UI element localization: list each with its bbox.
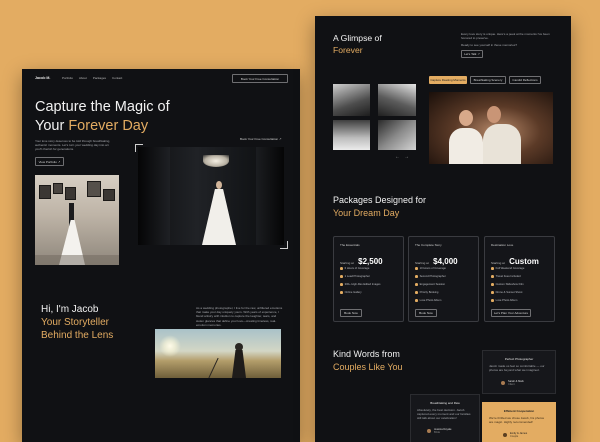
- about-heading-line2: Your Storyteller: [41, 317, 109, 328]
- nav-link-portfolio[interactable]: Portfolio: [62, 76, 73, 80]
- hero-title-plain: Your: [35, 118, 69, 134]
- gallery-thumb[interactable]: [333, 120, 370, 150]
- gallery-nav: ← →: [395, 154, 409, 160]
- filter-tab-fleeting[interactable]: Capture Fleeting Moments: [429, 76, 467, 84]
- package-name: The Essentials: [340, 243, 360, 247]
- testimonial-title: Perfect Photographer: [504, 357, 534, 361]
- glimpse-talk-link[interactable]: Let's Talk ↗: [461, 50, 483, 58]
- photo-frame-corner: [280, 241, 288, 249]
- package-feature: Online Gallery: [344, 291, 362, 294]
- arrow-up-right-icon: ↗: [57, 159, 61, 164]
- gallery-thumb[interactable]: [333, 84, 370, 116]
- nav-consultation-button[interactable]: Book Your Free Consultation: [232, 74, 288, 83]
- package-starting: Starting at: [340, 261, 354, 265]
- testimonials-heading: Kind Words from Couples Like You: [333, 348, 403, 374]
- package-price: Custom: [509, 257, 539, 266]
- nav-links: Portfolio About Packages Contact: [62, 76, 122, 80]
- package-price: $4,000: [433, 257, 458, 266]
- testimonial-title: Breathtaking and Raw: [430, 401, 460, 405]
- hero-title: Capture the Magic of Your Forever Day: [35, 98, 170, 136]
- package-starting: Starting at: [491, 261, 505, 265]
- package-price: $2,500: [358, 257, 383, 266]
- gallery-thumb[interactable]: [378, 120, 416, 150]
- package-feature: Drone & Sunset Shoot: [495, 291, 523, 294]
- packages-heading-line1: Packages Designed for: [333, 195, 427, 205]
- nav-link-packages[interactable]: Packages: [93, 76, 106, 80]
- gallery-room-photo: [35, 175, 119, 265]
- testimonial-text: We're thrilled we chose Jacob, his photo…: [489, 416, 545, 425]
- about-heading: Hi, I'm Jacob Your Storyteller Behind th…: [41, 303, 113, 342]
- package-feature: 1 Lead Photographer: [344, 275, 370, 278]
- arrow-up-right-icon: ↗: [477, 52, 480, 56]
- glimpse-question: Ready to see yourself in these memories?: [461, 43, 518, 47]
- package-feature: Luxe Photo Album: [495, 299, 518, 302]
- avatar: [503, 433, 507, 437]
- package-feature: Second Photographer: [419, 275, 446, 278]
- testimonial-text: Absolutely, the best decision. Jacob cap…: [417, 408, 471, 421]
- about-heading-line3: Behind the Lens: [41, 330, 114, 341]
- package-starting: Starting at: [415, 261, 429, 265]
- testimonial-role: Couple: [510, 435, 519, 439]
- package-feature: Travel Fees Included: [495, 275, 521, 278]
- package-feature: Full Weekend Coverage: [495, 267, 525, 270]
- about-heading-line1: Hi, I'm Jacob: [41, 304, 99, 315]
- testimonial-role: Bride: [434, 431, 441, 435]
- arrow-up-right-icon: ↗: [279, 137, 282, 141]
- package-card-essentials: The Essentials Starting at $2,500 6 Hour…: [333, 236, 404, 322]
- glimpse-heading-line1: A Glimpse of: [333, 33, 382, 43]
- testimonials-heading-line1: Kind Words from: [333, 349, 400, 359]
- testimonial-title: Efficient Cooperation: [503, 409, 535, 413]
- glimpse-description: Every love story is unique. Here's a pee…: [461, 32, 550, 41]
- testimonial-text: Jacob made us feel so comfortable — our …: [489, 364, 545, 373]
- photo-frame-corner: [135, 144, 143, 152]
- packages-heading: Packages Designed for Your Dream Day: [333, 194, 426, 220]
- package-name: Destination Love: [491, 243, 514, 247]
- testimonial-card-highlight: Efficient Cooperation We're thrilled we …: [482, 402, 556, 442]
- package-feature: Engagement Session: [419, 283, 446, 286]
- package-card-complete-story: The Complete Story Starting at $4,000 10…: [408, 236, 479, 322]
- glimpse-heading-line2: Forever: [333, 45, 363, 55]
- package-name: The Complete Story: [415, 243, 442, 247]
- package-feature: Luxe Photo Album: [419, 299, 442, 302]
- book-now-button[interactable]: Book Now: [415, 309, 437, 317]
- glimpse-heading: A Glimpse of Forever: [333, 32, 382, 56]
- testimonials-heading-line2: Couples Like You: [333, 362, 403, 372]
- book-now-button[interactable]: Book Now: [340, 309, 362, 317]
- photographer-field-photo: [155, 329, 281, 378]
- nav-link-contact[interactable]: Contact: [112, 76, 122, 80]
- avatar: [427, 429, 431, 433]
- package-feature: Custom Slideshow Film: [495, 283, 524, 286]
- arrow-right-icon[interactable]: →: [404, 154, 409, 160]
- hero-description: Your love story deserves to be told thro…: [35, 139, 111, 152]
- view-portfolio-button[interactable]: View Portfolio ↗: [35, 157, 64, 166]
- arrow-left-icon[interactable]: ←: [395, 154, 400, 160]
- home-page-panel: Jacob M. Portfolio About Packages Contac…: [22, 69, 300, 442]
- hero-title-accent: Forever Day: [68, 118, 149, 134]
- testimonial-role: Client: [508, 383, 515, 387]
- plan-adventure-button[interactable]: Let's Plan Your Adventure: [491, 309, 531, 317]
- filter-tab-scenery[interactable]: Breathtaking Scenery: [470, 76, 506, 84]
- package-card-destination: Destination Love Starting at Custom Full…: [484, 236, 555, 322]
- hero-title-line1: Capture the Magic of: [35, 99, 170, 115]
- package-feature: 300+ High-Res Edited Images: [344, 283, 381, 286]
- nav-link-about[interactable]: About: [79, 76, 87, 80]
- testimonial-card: Breathtaking and Raw Absolutely, the bes…: [410, 394, 480, 442]
- gallery-thumb[interactable]: [378, 84, 416, 116]
- about-description: As a wedding photographer, I live for th…: [196, 306, 283, 327]
- nav-logo[interactable]: Jacob M.: [35, 76, 50, 80]
- portfolio-page-panel: A Glimpse of Forever Every love story is…: [315, 16, 571, 442]
- packages-heading-line2: Your Dream Day: [333, 208, 400, 218]
- testimonial-card: Perfect Photographer Jacob made us feel …: [482, 350, 556, 394]
- hero-book-link[interactable]: Book Your Free Consultation ↗: [240, 137, 282, 141]
- avatar: [501, 381, 505, 385]
- package-feature: Priority Booking: [419, 291, 439, 294]
- bride-chandelier-photo: [138, 147, 284, 245]
- package-feature: 10 Hours of Coverage: [419, 267, 446, 270]
- filter-tab-candid[interactable]: Candid Reflections: [509, 76, 541, 84]
- package-feature: 6 Hours of Coverage: [344, 267, 370, 270]
- couple-featured-photo: [429, 92, 553, 164]
